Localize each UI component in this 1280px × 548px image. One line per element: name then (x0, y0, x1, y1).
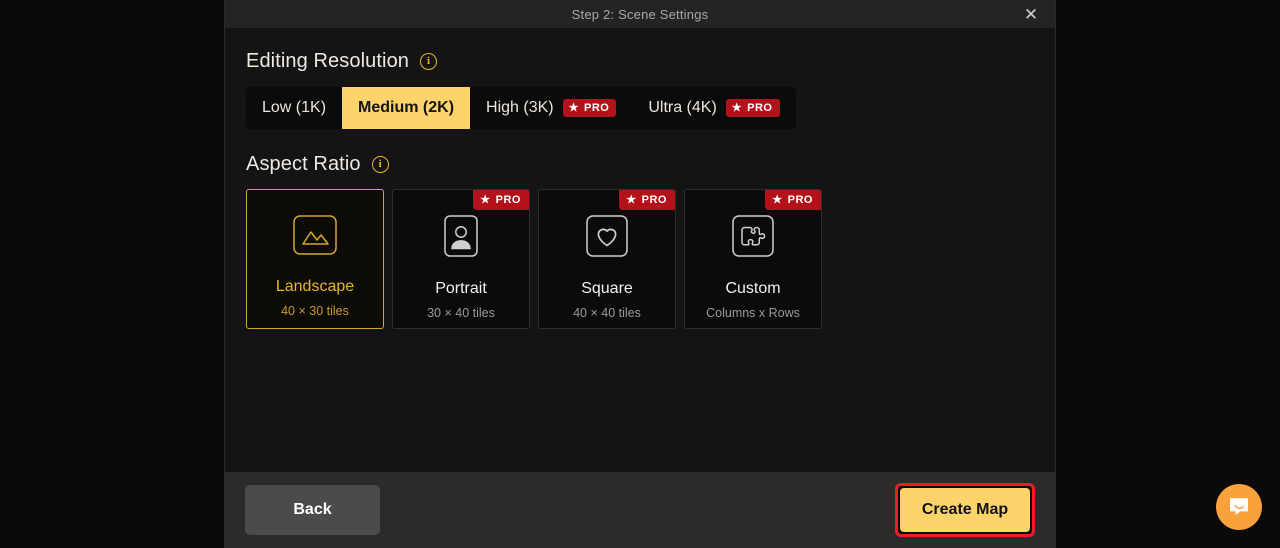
app-root: Step 2: Scene Settings ✕ Editing Resolut… (0, 0, 1280, 548)
resolution-tab-strip: Low (1K) Medium (2K) High (3K) ★ PRO Ult… (246, 87, 796, 129)
star-icon: ★ (731, 101, 743, 114)
modal-title: Step 2: Scene Settings (571, 6, 709, 22)
tab-label: Low (1K) (262, 99, 327, 116)
aspect-card-landscape[interactable]: Landscape 40 × 30 tiles (246, 189, 384, 329)
pro-badge-label: PRO (787, 193, 813, 206)
close-icon[interactable]: ✕ (1015, 0, 1047, 28)
tab-medium-2k[interactable]: Medium (2K) (342, 87, 471, 129)
aspect-card-sub: Columns x Rows (706, 306, 800, 320)
star-icon: ★ (626, 194, 637, 206)
pro-badge: ★ PRO (562, 99, 617, 117)
aspect-card-label: Custom (725, 280, 781, 297)
chat-bubble-icon (1226, 493, 1252, 522)
modal-footer: Back Create Map (225, 472, 1055, 548)
person-icon (444, 215, 478, 262)
pro-badge: ★ PRO (725, 99, 780, 117)
intercom-launcher-button[interactable] (1216, 484, 1262, 530)
aspect-card-square[interactable]: ★ PRO Square 40 × 40 tiles (538, 189, 676, 329)
tab-ultra-4k[interactable]: Ultra (4K) ★ PRO (632, 87, 795, 129)
star-icon: ★ (480, 194, 491, 206)
back-button[interactable]: Back (245, 485, 380, 535)
tab-high-3k[interactable]: High (3K) ★ PRO (470, 87, 632, 129)
star-icon: ★ (772, 194, 783, 206)
tab-label: Ultra (4K) (648, 99, 717, 116)
scene-settings-modal: Step 2: Scene Settings ✕ Editing Resolut… (224, 0, 1056, 548)
aspect-ratio-section: Aspect Ratio i Landscape 40 × 30 tiles ★… (246, 153, 1034, 329)
info-icon-resolution[interactable]: i (420, 53, 438, 70)
aspect-ratio-heading: Aspect Ratio i (246, 153, 1034, 176)
aspect-ratio-card-row: Landscape 40 × 30 tiles ★ PRO Portrait 3… (246, 189, 1034, 329)
create-map-highlight: Create Map (895, 483, 1035, 537)
section-title-resolution: Editing Resolution (246, 50, 410, 72)
pro-badge-label: PRO (641, 193, 667, 206)
create-map-button[interactable]: Create Map (900, 488, 1030, 532)
pro-badge-label: PRO (747, 102, 773, 114)
puzzle-icon (732, 215, 774, 262)
tab-low-1k[interactable]: Low (1K) (246, 87, 342, 129)
pro-badge-label: PRO (495, 193, 521, 206)
pro-badge-label: PRO (583, 102, 610, 114)
tab-label: Medium (2K) (358, 99, 455, 116)
aspect-card-label: Square (581, 280, 633, 297)
info-icon-aspect-ratio[interactable]: i (371, 156, 389, 173)
image-icon (293, 215, 337, 260)
section-title-aspect-ratio: Aspect Ratio (246, 153, 361, 175)
aspect-card-custom[interactable]: ★ PRO Custom Columns x Rows (684, 189, 822, 329)
pro-badge: ★ PRO (765, 190, 821, 210)
aspect-card-sub: 40 × 40 tiles (573, 306, 641, 320)
star-icon: ★ (568, 101, 579, 114)
aspect-card-sub: 30 × 40 tiles (427, 306, 495, 320)
heart-icon (586, 215, 628, 262)
modal-body: Editing Resolution i Low (1K) Medium (2K… (225, 28, 1055, 472)
tab-label: High (3K) (486, 99, 554, 116)
aspect-card-label: Landscape (275, 278, 355, 295)
editing-resolution-heading: Editing Resolution i (246, 50, 1034, 73)
aspect-card-label: Portrait (435, 280, 487, 297)
modal-header: Step 2: Scene Settings ✕ (225, 0, 1055, 28)
pro-badge: ★ PRO (619, 190, 675, 210)
aspect-card-portrait[interactable]: ★ PRO Portrait 30 × 40 tiles (392, 189, 530, 329)
pro-badge: ★ PRO (473, 190, 529, 210)
aspect-card-sub: 40 × 30 tiles (281, 304, 349, 318)
